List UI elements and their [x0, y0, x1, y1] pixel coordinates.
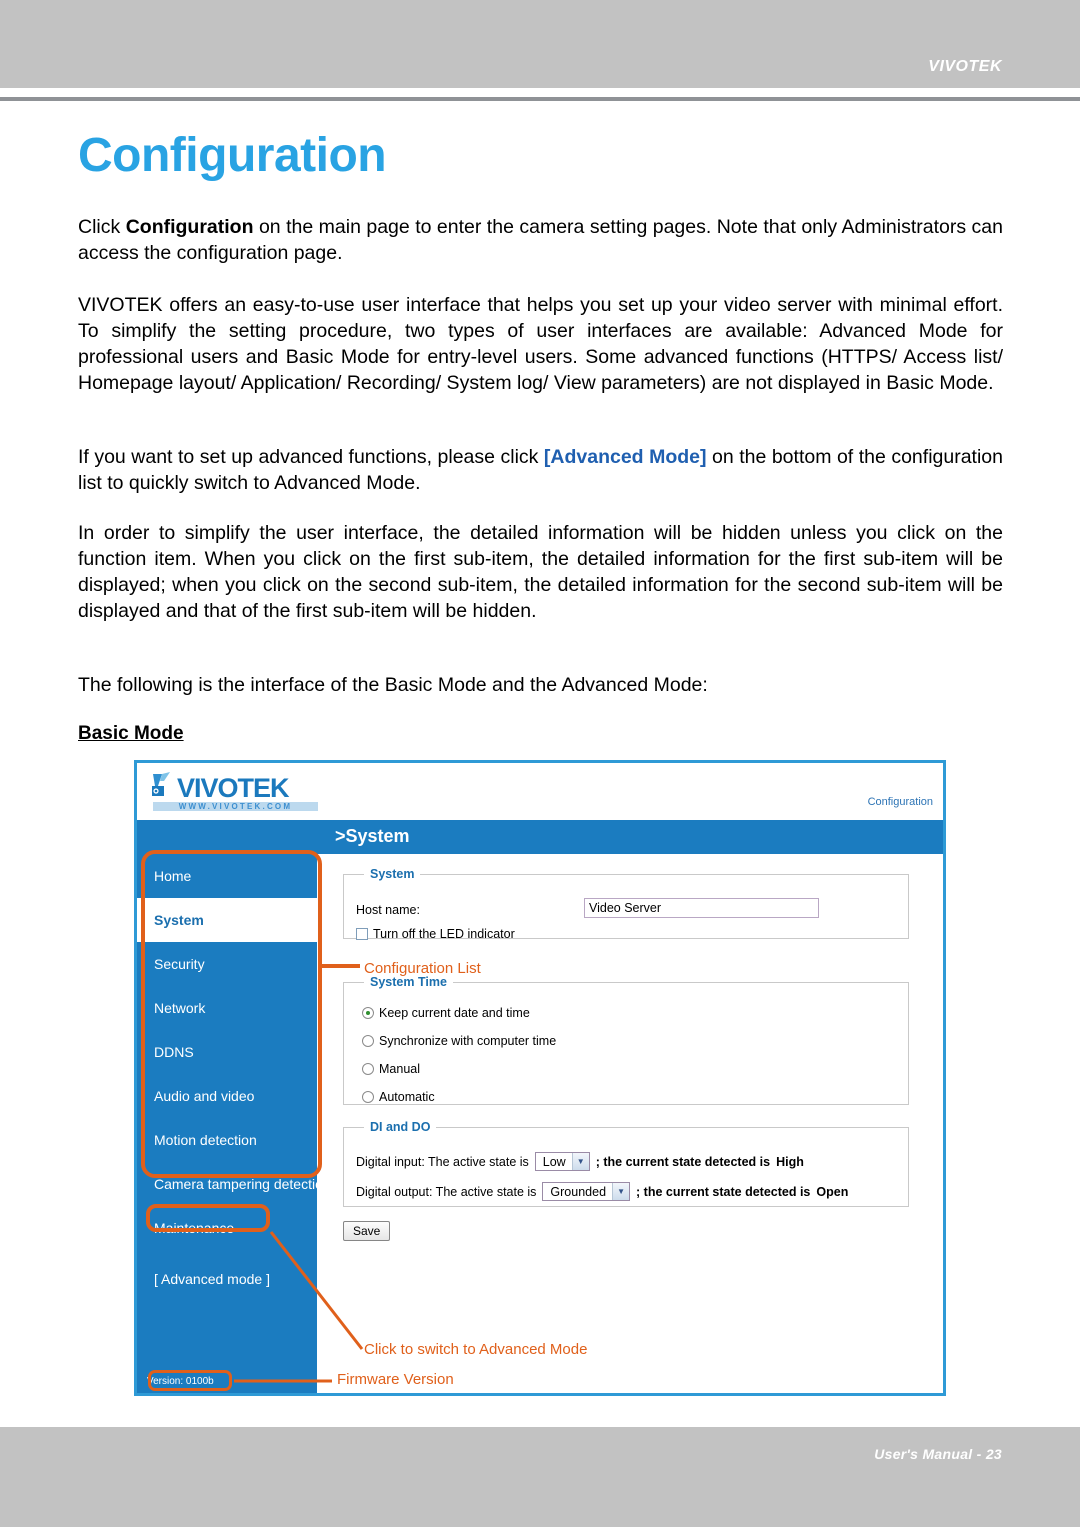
camera-ui-page-title: >System: [335, 826, 410, 846]
digital-input-active-state-value: Low: [542, 1154, 566, 1169]
advanced-mode-link[interactable]: [Advanced Mode]: [544, 446, 707, 468]
chevron-down-icon: ▼: [571, 1153, 589, 1170]
firmware-version-label: Version: 0100b: [147, 1376, 214, 1387]
paragraph-following: The following is the interface of the Ba…: [78, 674, 708, 696]
radio-row-keep-current[interactable]: Keep current date and time: [362, 1006, 530, 1020]
radio-row-sync-computer[interactable]: Synchronize with computer time: [362, 1034, 556, 1048]
sidebar-item-home[interactable]: Home: [137, 854, 317, 898]
vivotek-camera-icon: [152, 772, 170, 796]
system-panel: System Host name: Turn off the LED indic…: [343, 867, 909, 941]
paragraph-intro: Click Configuration on the main page to …: [78, 214, 1003, 266]
digital-output-active-state-value: Grounded: [550, 1184, 607, 1199]
sidebar-item-security[interactable]: Security: [137, 942, 317, 986]
header-brand-label: VIVOTEK: [928, 58, 1002, 75]
system-time-panel-legend: System Time: [370, 975, 447, 989]
sidebar-item-system[interactable]: System: [137, 898, 317, 942]
radio-synchronize-with-computer-time[interactable]: [362, 1035, 374, 1047]
sidebar-item-network[interactable]: Network: [137, 986, 317, 1030]
led-indicator-checkbox[interactable]: [356, 928, 368, 940]
radio-manual[interactable]: [362, 1063, 374, 1075]
page-title: Configuration: [78, 129, 387, 182]
header-divider-rule: [0, 97, 1080, 101]
sidebar-item-motion-detection[interactable]: Motion detection: [137, 1118, 317, 1162]
vivotek-logo: VIVOTEK WWW.VIVOTEK.COM: [151, 772, 321, 812]
camera-ui-configuration-link[interactable]: Configuration: [868, 796, 933, 808]
led-indicator-checkbox-row[interactable]: Turn off the LED indicator: [356, 927, 515, 941]
vivotek-logo-wordmark: VIVOTEK: [177, 773, 290, 803]
paragraph-intro-pre: Click: [78, 216, 126, 238]
footer-page-label: User's Manual - 23: [874, 1446, 1002, 1462]
section-heading-basic-mode: Basic Mode: [78, 723, 184, 744]
di-and-do-panel: DI and DO Digital input: The active stat…: [343, 1120, 909, 1207]
digital-output-row: Digital output: The active state is Grou…: [356, 1182, 848, 1201]
vivotek-logo-url: WWW.VIVOTEK.COM: [153, 802, 318, 811]
digital-output-detected-state: Open: [816, 1184, 849, 1199]
sidebar-item-ddns[interactable]: DDNS: [137, 1030, 317, 1074]
radio-row-automatic[interactable]: Automatic: [362, 1090, 435, 1104]
camera-ui-title-bar: >System: [137, 820, 943, 854]
page-header-bar: [0, 0, 1080, 88]
radio-label-automatic: Automatic: [379, 1090, 435, 1104]
save-button[interactable]: Save: [343, 1221, 391, 1241]
advanced-mode-toggle[interactable]: [ Advanced mode ]: [154, 1271, 270, 1287]
camera-ui-main-content: System Host name: Turn off the LED indic…: [317, 854, 943, 1393]
digital-output-active-state-select[interactable]: Grounded ▼: [542, 1182, 631, 1201]
digital-input-prefix-label: Digital input: The active state is: [356, 1154, 529, 1169]
camera-ui-sidebar: Home System Security Network DDNS Audio …: [137, 854, 331, 1393]
radio-label-keep-current: Keep current date and time: [379, 1006, 530, 1020]
digital-input-active-state-select[interactable]: Low ▼: [534, 1152, 590, 1171]
paragraph-advanced-pre: If you want to set up advanced functions…: [78, 446, 544, 468]
paragraph-intro-bold: Configuration: [125, 216, 254, 238]
digital-output-prefix-label: Digital output: The active state is: [356, 1184, 537, 1199]
led-indicator-label: Turn off the LED indicator: [373, 927, 515, 941]
system-time-panel: System Time Keep current date and time S…: [343, 975, 909, 1105]
system-panel-legend: System: [370, 867, 415, 881]
sidebar-item-audio-video[interactable]: Audio and video: [137, 1074, 317, 1118]
page-footer-bar: [0, 1427, 1080, 1527]
digital-input-mid-label: ; the current state detected is: [595, 1154, 771, 1169]
hostname-label: Host name:: [356, 903, 420, 917]
paragraph-simplify: In order to simplify the user interface,…: [78, 522, 1003, 622]
sidebar-item-camera-tampering-detection[interactable]: Camera tampering detection: [137, 1162, 331, 1206]
camera-ui-logo-bar: VIVOTEK WWW.VIVOTEK.COM Configuration: [137, 763, 943, 820]
radio-label-sync-computer: Synchronize with computer time: [379, 1034, 557, 1048]
paragraph-advanced: If you want to set up advanced functions…: [78, 444, 1003, 496]
radio-row-manual[interactable]: Manual: [362, 1062, 420, 1076]
embedded-camera-ui-screenshot: VIVOTEK WWW.VIVOTEK.COM Configuration >S…: [134, 760, 946, 1396]
paragraph-offers: VIVOTEK offers an easy-to-use user inter…: [78, 294, 1003, 394]
radio-automatic[interactable]: [362, 1091, 374, 1103]
radio-keep-current-date-time[interactable]: [362, 1007, 374, 1019]
radio-label-manual: Manual: [379, 1062, 420, 1076]
chevron-down-icon: ▼: [612, 1183, 630, 1200]
sidebar-item-maintenance[interactable]: Maintenance: [137, 1206, 317, 1250]
di-and-do-panel-legend: DI and DO: [370, 1120, 431, 1134]
digital-input-detected-state: High: [776, 1154, 804, 1169]
hostname-input[interactable]: [584, 898, 819, 918]
digital-output-mid-label: ; the current state detected is: [636, 1184, 811, 1199]
digital-input-row: Digital input: The active state is Low ▼…: [356, 1152, 804, 1171]
